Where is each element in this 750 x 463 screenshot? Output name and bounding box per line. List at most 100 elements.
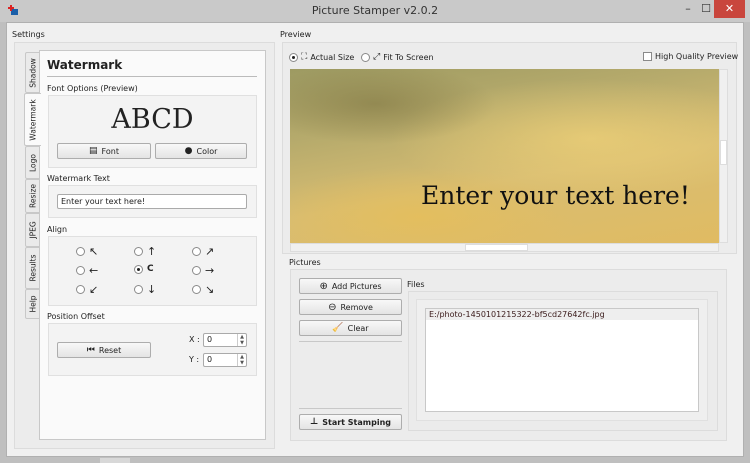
actual-size-option[interactable]: ⛶ Actual Size [289,52,354,62]
watermark-text-input[interactable]: Enter your text here! [57,194,247,209]
radio[interactable] [289,52,298,62]
spin-arrows-icon[interactable]: ▲ ▼ [237,334,246,346]
y-label: Y : [189,355,200,364]
files-list[interactable]: E:/photo-1450101215322-bf5cd27642fc.jpg [425,308,699,412]
start-stamping-label: Start Stamping [322,417,391,427]
fit-to-screen-option[interactable]: ⤢ Fit To Screen [361,52,434,62]
arrow-up-right-icon: ↗ [205,245,215,258]
watermark-text-label: Watermark Text [47,174,110,183]
radio[interactable] [361,52,370,62]
tab-watermark[interactable]: Watermark [24,93,41,146]
title-bar: Picture Stamper v2.0.2 – ☐ ✕ [0,0,750,22]
radio[interactable] [134,285,143,294]
settings-label: Settings [12,30,45,39]
align-top-right[interactable]: ↗ [192,245,214,258]
tab-logo[interactable]: Logo [25,146,40,179]
y-value: 0 [207,355,213,364]
divider [299,341,402,342]
clear-button[interactable]: 🧹 Clear [299,320,402,336]
color-button-label: Color [196,146,218,156]
arrow-right-icon: → [205,264,215,277]
align-bottom-left[interactable]: ↙ [76,283,98,296]
arrow-up-icon: ↑ [147,245,157,258]
horizontal-scroll-thumb[interactable] [465,244,528,251]
radio[interactable] [192,285,201,294]
preview-image [290,69,719,243]
tab-help[interactable]: Help [25,289,40,319]
font-file-icon: ▤ [89,146,98,156]
radio[interactable] [192,266,201,275]
tab-results[interactable]: Results [25,247,40,289]
arrow-down-icon: ↓ [147,283,157,296]
tab-jpeg[interactable]: JPEG [25,213,40,247]
high-quality-checkbox[interactable]: High Quality Preview [643,52,738,61]
remove-label: Remove [340,302,373,312]
heading-divider [47,76,257,77]
add-pictures-button[interactable]: ⊕ Add Pictures [299,278,402,294]
font-options-label: Font Options (Preview) [47,84,138,93]
expand-icon: ⛶ [301,52,308,62]
pictures-label: Pictures [289,258,321,267]
tab-label: Shadow [28,57,37,88]
clear-label: Clear [347,323,369,333]
radio[interactable] [192,247,201,256]
position-offset-label: Position Offset [47,312,105,321]
tab-label: Logo [28,153,37,172]
preview-label: Preview [280,30,312,39]
radio[interactable] [76,285,85,294]
start-stamping-button[interactable]: ⊥ Start Stamping [299,414,402,430]
palette-icon: ● [184,146,193,156]
color-button[interactable]: ● Color [155,143,247,159]
fit-to-screen-label: Fit To Screen [383,52,434,62]
minus-circle-icon: ⊖ [328,301,337,313]
reset-button-label: Reset [98,345,122,355]
checkbox[interactable] [643,52,652,61]
skip-back-icon: ⏮ [86,345,95,355]
window-title: Picture Stamper v2.0.2 [311,4,439,17]
align-center[interactable]: C [134,264,154,274]
tab-label: Resize [28,183,37,209]
align-top-left[interactable]: ↖ [76,245,98,258]
high-quality-label: High Quality Preview [655,52,739,61]
radio[interactable] [76,247,85,256]
stamp-icon: ⊥ [310,417,319,427]
radio[interactable] [76,266,85,275]
vertical-scroll-thumb[interactable] [720,140,727,165]
align-right[interactable]: → [192,264,214,277]
y-offset-spinner[interactable]: 0 ▲ ▼ [203,353,247,367]
add-pictures-label: Add Pictures [331,281,382,291]
reset-button[interactable]: ⏮ Reset [57,342,151,358]
align-label: Align [47,225,68,234]
fit-icon: ⤢ [373,52,381,62]
close-button[interactable]: ✕ [714,0,745,18]
align-bottom[interactable]: ↓ [134,283,156,296]
align-top[interactable]: ↑ [134,245,156,258]
tab-label: Watermark [28,98,38,141]
minimize-button[interactable]: – [678,0,698,18]
radio[interactable] [134,264,143,274]
font-button-label: Font [101,146,119,156]
tab-shadow[interactable]: Shadow [25,52,40,93]
broom-icon: 🧹 [332,323,344,333]
tab-label: JPEG [28,221,37,239]
spin-arrows-icon[interactable]: ▲ ▼ [237,354,246,366]
radio[interactable] [134,247,143,256]
align-left[interactable]: ← [76,264,98,277]
x-offset-spinner[interactable]: 0 ▲ ▼ [203,333,247,347]
tab-resize[interactable]: Resize [25,179,40,213]
arrow-left-icon: ← [89,264,99,277]
align-bottom-right[interactable]: ↘ [192,283,214,296]
maximize-button[interactable]: ☐ [698,0,714,18]
x-value: 0 [207,335,213,344]
actual-size-label: Actual Size [310,52,355,62]
files-label: Files [407,280,425,289]
x-label: X : [189,335,200,344]
tab-label: Results [28,254,37,282]
font-preview: ABCD [111,104,194,135]
font-button[interactable]: ▤ Font [57,143,151,159]
file-list-item[interactable]: E:/photo-1450101215322-bf5cd27642fc.jpg [426,309,698,320]
watermark-overlay-text: Enter your text here! [421,181,690,210]
arrow-down-right-icon: ↘ [205,283,215,296]
remove-button[interactable]: ⊖ Remove [299,299,402,315]
status-grip [100,458,130,463]
